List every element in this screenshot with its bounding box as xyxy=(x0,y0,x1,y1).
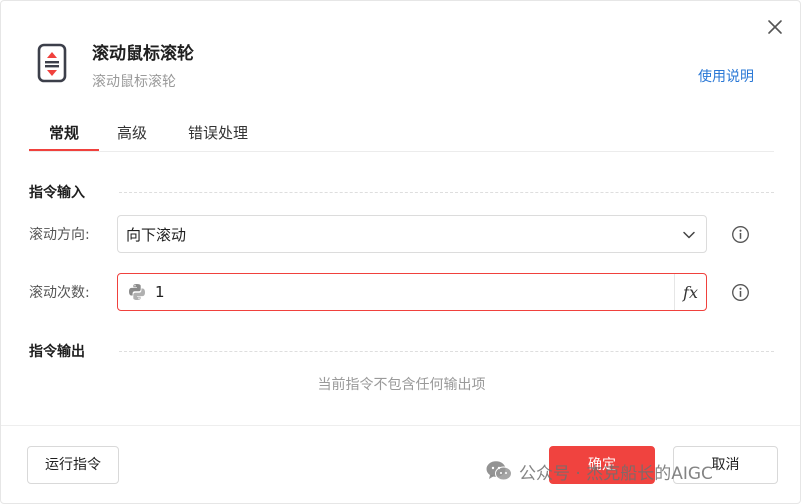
output-section-divider xyxy=(119,351,774,352)
wechat-icon xyxy=(486,461,512,481)
command-title: 滚动鼠标滚轮 xyxy=(92,44,194,64)
scroll-direction-label: 滚动方向: xyxy=(29,227,90,243)
tab-general[interactable]: 常规 xyxy=(29,121,99,151)
command-subtitle: 滚动鼠标滚轮 xyxy=(92,74,176,90)
run-command-button[interactable]: 运行指令 xyxy=(27,446,119,484)
scroll-wheel-icon xyxy=(37,43,67,83)
chevron-down-icon xyxy=(683,231,695,239)
tab-error-handling[interactable]: 错误处理 xyxy=(188,121,248,151)
info-icon[interactable] xyxy=(731,283,750,302)
scroll-count-input[interactable]: 1 fx xyxy=(117,273,707,311)
expression-button[interactable]: fx xyxy=(674,274,706,310)
input-section-title: 指令输入 xyxy=(29,185,85,201)
scroll-direction-value: 向下滚动 xyxy=(126,226,187,244)
empty-output-text: 当前指令不包含任何输出项 xyxy=(317,377,486,393)
python-icon xyxy=(129,284,145,300)
confirm-button[interactable]: 确定 xyxy=(549,446,655,484)
dialog: 滚动鼠标滚轮 滚动鼠标滚轮 使用说明 常规 高级 错误处理 指令输入 滚动方向:… xyxy=(0,0,801,504)
input-section-divider xyxy=(119,192,774,193)
tab-bar: 常规 高级 错误处理 xyxy=(29,121,774,152)
scroll-direction-select[interactable]: 向下滚动 xyxy=(117,215,707,253)
footer-divider xyxy=(1,425,800,426)
info-icon[interactable] xyxy=(731,225,750,244)
scroll-count-label: 滚动次数: xyxy=(29,285,90,301)
help-link[interactable]: 使用说明 xyxy=(698,67,754,87)
cancel-button[interactable]: 取消 xyxy=(673,446,778,484)
tab-advanced[interactable]: 高级 xyxy=(117,121,147,151)
output-section-title: 指令输出 xyxy=(29,344,85,360)
scroll-count-value: 1 xyxy=(155,283,165,301)
close-icon[interactable] xyxy=(765,17,785,37)
